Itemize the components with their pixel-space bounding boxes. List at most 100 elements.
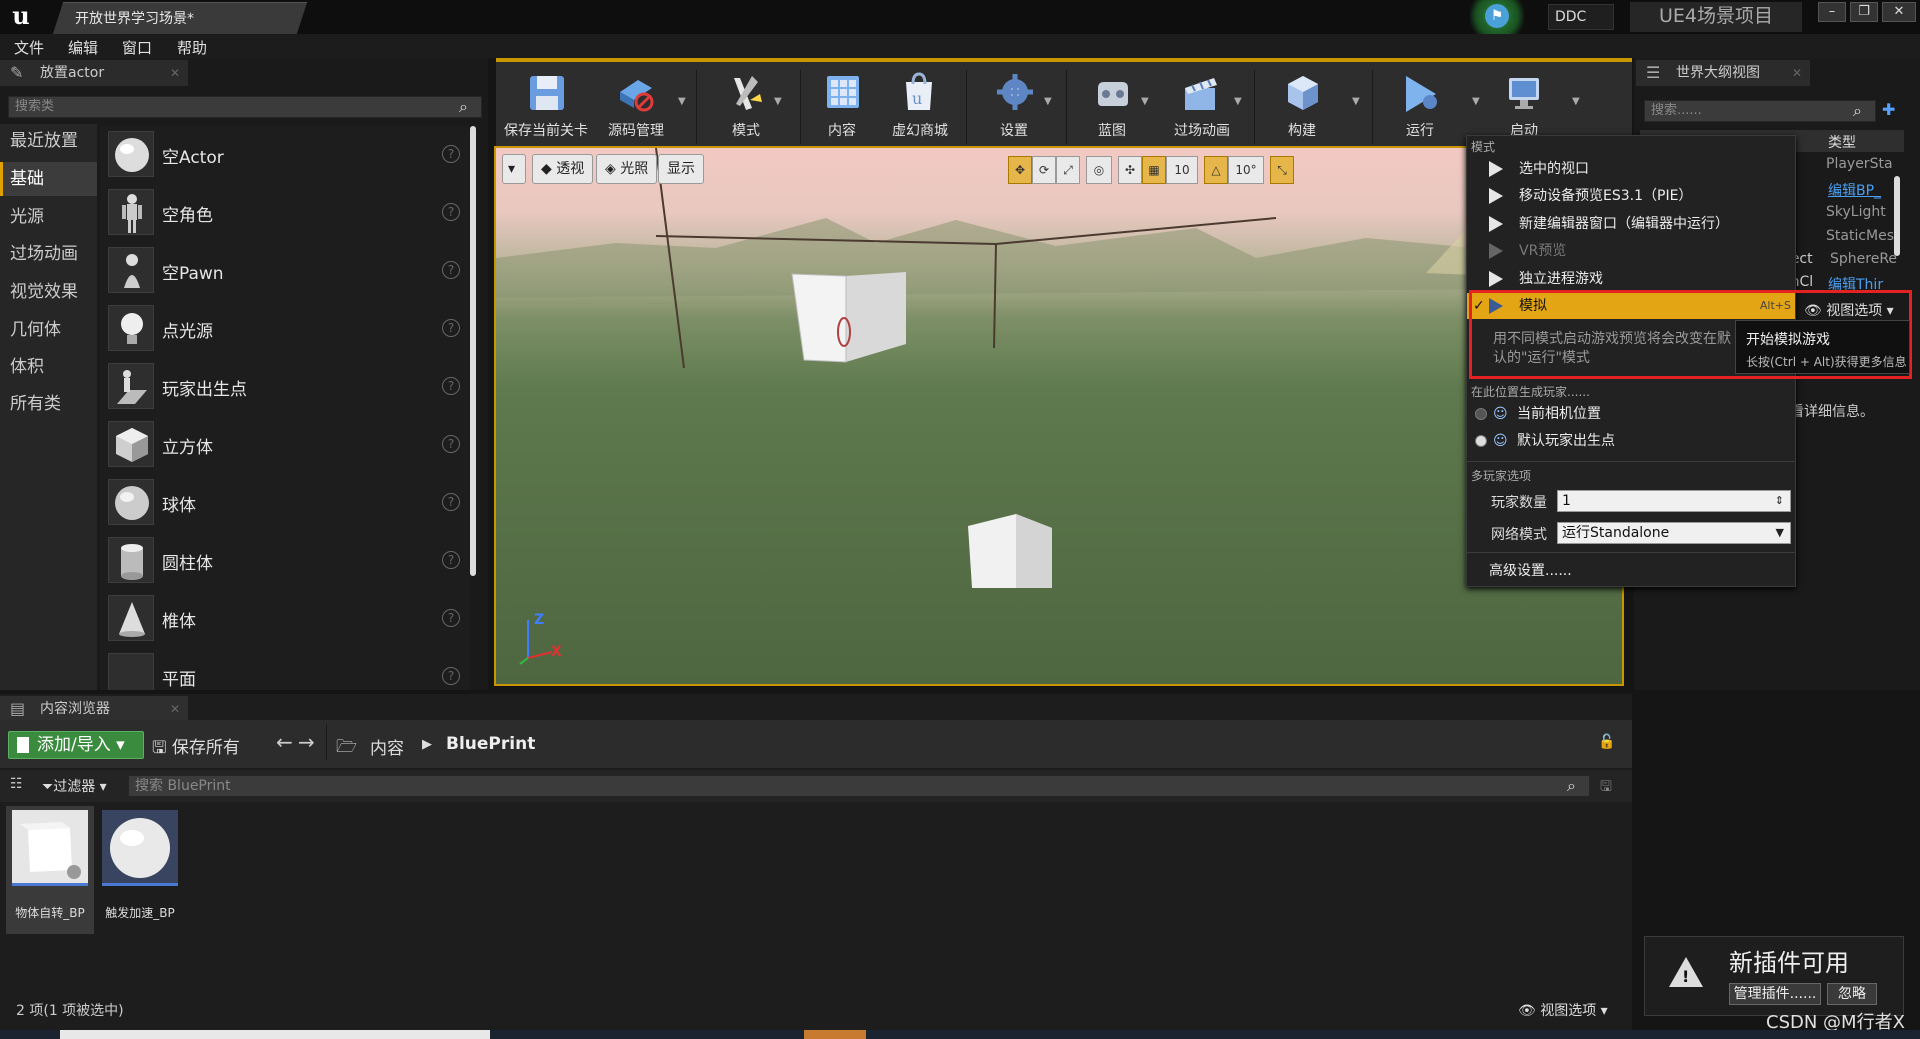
help-icon[interactable]: ?	[442, 493, 460, 511]
actor-plane[interactable]: 平面 ?	[100, 648, 470, 690]
menu-edit[interactable]: 编辑	[68, 37, 98, 58]
breadcrumb-separator-icon[interactable]: ▶	[422, 737, 432, 752]
menu-help[interactable]: 帮助	[177, 37, 207, 58]
actor-cylinder[interactable]: 圆柱体 ?	[100, 532, 470, 590]
source-control-button[interactable]: 源码管理	[594, 66, 678, 146]
net-mode-select[interactable]: 运行Standalone ▼	[1557, 522, 1791, 544]
marketplace-button[interactable]: u 虚幻商城	[878, 66, 962, 146]
menu-item-new-editor-window[interactable]: 新建编辑器窗口（编辑器中运行）	[1467, 211, 1795, 237]
tab-content-browser[interactable]: ▤ 内容浏览器 ✕	[0, 696, 188, 722]
save-all-button[interactable]: 🖫 保存所有	[152, 733, 240, 764]
asset-tile[interactable]: 触发加速_BP	[96, 806, 184, 934]
save-level-button[interactable]: 保存当前关卡	[500, 66, 592, 146]
breadcrumb-blueprint[interactable]: BluePrint	[446, 734, 535, 754]
advanced-settings-item[interactable]: 高级设置......	[1467, 558, 1795, 584]
actor-empty-pawn[interactable]: 空Pawn ?	[100, 242, 470, 300]
category-recent[interactable]: 最近放置	[0, 124, 97, 158]
close-button[interactable]: ✕	[1882, 2, 1916, 22]
chevron-down-icon[interactable]: ▼	[1234, 96, 1242, 107]
category-geometry[interactable]: 几何体	[0, 313, 97, 347]
level-viewport[interactable]: ▾ ◆ 透视 ◈ 光照 显示 ✥ ⟳ ⤢ ◎ ✣ ▦ 10 △ 10° ⤡ Z …	[494, 146, 1624, 686]
play-options-chevron-icon[interactable]: ▼	[1472, 96, 1480, 107]
help-icon[interactable]: ?	[442, 261, 460, 279]
actor-list-scrollbar[interactable]	[470, 126, 476, 576]
category-visual-effects[interactable]: 视觉效果	[0, 275, 97, 309]
grid-snap-icon[interactable]: ▦	[1142, 156, 1166, 184]
menu-window[interactable]: 窗口	[122, 37, 152, 58]
menu-item-selected-viewport[interactable]: 选中的视口	[1467, 156, 1795, 182]
help-icon[interactable]: ?	[442, 551, 460, 569]
taskbar-app[interactable]	[804, 1030, 866, 1039]
help-icon[interactable]: ?	[442, 319, 460, 337]
place-search-input[interactable]: 搜索类 ⌕	[8, 96, 482, 118]
world-space-icon[interactable]: ◎	[1086, 156, 1112, 184]
back-arrow-icon[interactable]: ←	[276, 730, 293, 754]
spawn-player-start-option[interactable]: ☺ 默认玩家出生点	[1467, 428, 1795, 454]
asset-tile[interactable]: 物体自转_BP	[6, 806, 94, 934]
tab-close-icon[interactable]: ✕	[170, 696, 180, 722]
category-lights[interactable]: 光源	[0, 200, 97, 234]
menu-item-standalone-game[interactable]: 独立进程游戏	[1467, 266, 1795, 292]
lit-button[interactable]: ◈ 光照	[596, 154, 658, 184]
category-basic[interactable]: 基础	[0, 162, 97, 196]
actor-empty-actor[interactable]: 空Actor ?	[100, 126, 470, 184]
actor-cone[interactable]: 椎体 ?	[100, 590, 470, 648]
play-button[interactable]: 运行	[1380, 66, 1460, 146]
radio-camera[interactable]	[1475, 408, 1487, 420]
rotation-snap-value[interactable]: 10°	[1228, 156, 1264, 184]
tab-close-icon[interactable]: ✕	[1792, 60, 1802, 86]
viewport-options-button[interactable]: ▾	[502, 154, 526, 184]
lock-icon[interactable]: 🔓	[1598, 734, 1615, 750]
content-search-input[interactable]: 搜索 BluePrint ⌕	[128, 775, 1590, 797]
content-view-options[interactable]: 👁 视图选项 ▾	[1518, 1000, 1608, 1020]
radio-player-start[interactable]	[1475, 435, 1487, 447]
maximize-button[interactable]: ❐	[1850, 2, 1878, 22]
tab-world-outliner[interactable]: ☰ 世界大纲视图 ✕	[1636, 60, 1810, 86]
chevron-down-icon[interactable]: ▼	[1352, 96, 1360, 107]
menu-item-mobile-preview[interactable]: 移动设备预览ES3.1（PIE）	[1467, 183, 1795, 209]
chevron-down-icon[interactable]: ▼	[1572, 96, 1580, 107]
chevron-down-icon[interactable]: ▼	[1141, 96, 1149, 107]
tab-close-icon[interactable]: ✕	[170, 60, 180, 86]
forward-arrow-icon[interactable]: →	[298, 730, 315, 754]
category-all-classes[interactable]: 所有类	[0, 387, 97, 421]
grid-snap-value[interactable]: 10	[1166, 156, 1198, 184]
filter-button[interactable]: ⏷过滤器 ▾	[42, 776, 107, 796]
launch-button[interactable]: 启动	[1484, 66, 1564, 146]
menu-file[interactable]: 文件	[14, 37, 44, 58]
surface-snap-icon[interactable]: ✣	[1118, 156, 1142, 184]
edit-blueprint-link[interactable]: 编辑Thir	[1828, 274, 1883, 294]
save-search-icon[interactable]: 🖫	[1600, 776, 1612, 800]
help-icon[interactable]: ?	[442, 435, 460, 453]
minimize-button[interactable]: –	[1818, 2, 1846, 22]
category-cinematic[interactable]: 过场动画	[0, 237, 97, 271]
blueprint-button[interactable]: 蓝图	[1072, 66, 1152, 146]
outliner-scrollbar[interactable]	[1894, 176, 1900, 256]
translate-tool-icon[interactable]: ✥	[1008, 156, 1032, 184]
build-button[interactable]: 构建	[1262, 66, 1342, 146]
chevron-down-icon[interactable]: ▼	[774, 96, 782, 107]
rotation-snap-icon[interactable]: △	[1204, 156, 1228, 184]
tab-place-actor[interactable]: ✎ 放置actor ✕	[0, 60, 188, 86]
actor-player-start[interactable]: 玩家出生点 ?	[100, 358, 470, 416]
breadcrumb-content[interactable]: 内容	[370, 734, 404, 759]
rotate-tool-icon[interactable]: ⟳	[1032, 156, 1056, 184]
scale-snap-icon[interactable]: ⤡	[1270, 156, 1294, 184]
outliner-search-input[interactable]: 搜索...... ⌕	[1644, 100, 1876, 122]
cinematics-button[interactable]: 过场动画	[1160, 66, 1244, 146]
settings-button[interactable]: 设置	[974, 66, 1054, 146]
help-icon[interactable]: ?	[442, 203, 460, 221]
ddc-indicator[interactable]: DDC	[1548, 4, 1614, 30]
content-button[interactable]: 内容	[802, 66, 882, 146]
chevron-down-icon[interactable]: ▼	[678, 96, 686, 107]
menu-item-simulate[interactable]: ✓ 模拟 Alt+S	[1467, 293, 1795, 319]
ignore-button[interactable]: 忽略	[1827, 983, 1877, 1005]
scale-tool-icon[interactable]: ⤢	[1056, 156, 1080, 184]
add-import-button[interactable]: 添加/导入 ▾	[8, 731, 144, 759]
actor-point-light[interactable]: 点光源 ?	[100, 300, 470, 358]
help-icon[interactable]: ?	[442, 609, 460, 627]
add-filter-icon[interactable]: ✚	[1882, 100, 1904, 122]
outliner-col-type[interactable]: 类型	[1828, 132, 1856, 152]
help-icon[interactable]: ?	[442, 145, 460, 163]
chevron-down-icon[interactable]: ▼	[1044, 96, 1052, 107]
